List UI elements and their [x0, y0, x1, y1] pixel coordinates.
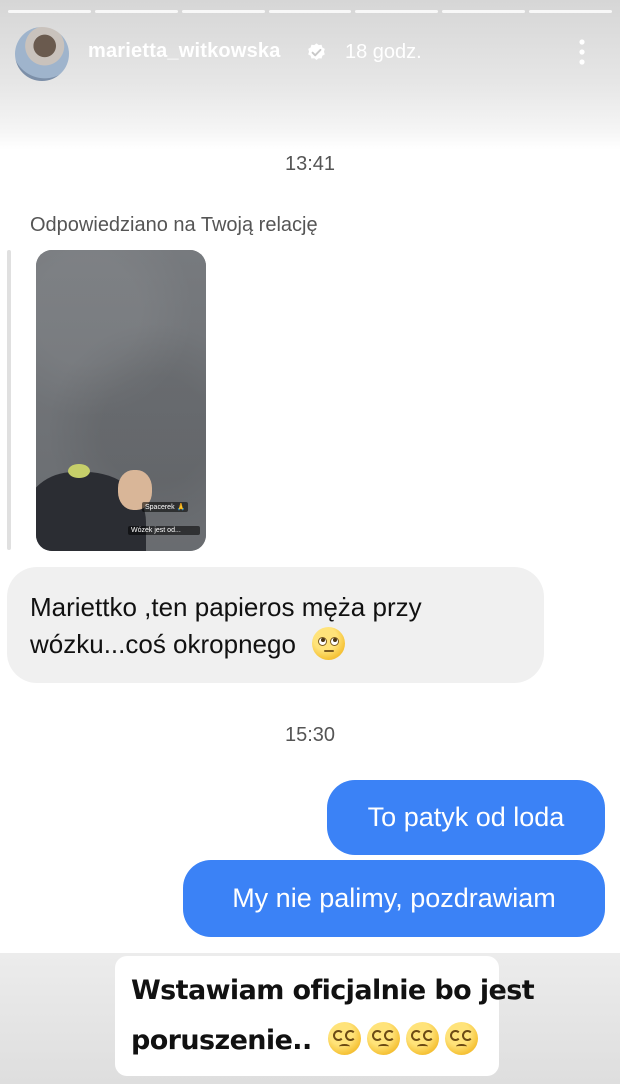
- spiral-eyes-emoji-icon: [444, 1022, 478, 1055]
- story-time-ago: 18 godz.: [345, 41, 422, 63]
- rolling-eyes-emoji-icon: [311, 626, 345, 660]
- reply-quote-bar: [7, 250, 11, 550]
- username[interactable]: marietta_witkowska: [88, 40, 281, 63]
- progress-segment: [8, 10, 91, 13]
- caption-text: poruszenie..: [131, 1025, 312, 1056]
- story-progress-bar: [8, 10, 613, 13]
- outgoing-message-bubble[interactable]: To patyk od loda: [327, 780, 605, 855]
- outgoing-message-bubble[interactable]: My nie palimy, pozdrawiam: [183, 860, 605, 937]
- progress-segment: [94, 10, 178, 13]
- caption-line: Wstawiam oficjalnie bo jest: [131, 975, 535, 1006]
- progress-segment: [268, 10, 352, 13]
- caption-line: poruszenie..: [131, 1016, 499, 1066]
- progress-segment: [355, 10, 439, 13]
- story-reply-label: Odpowiedziano na Twoją relację: [30, 214, 318, 236]
- progress-segment: [529, 10, 613, 13]
- verified-badge-icon: [308, 43, 325, 60]
- spiral-eyes-emoji-icon: [327, 1022, 361, 1055]
- thumbnail-photo-detail: [68, 464, 90, 478]
- thumbnail-caption: Wózek jest od...: [128, 526, 200, 535]
- more-vertical-icon[interactable]: [572, 36, 592, 68]
- progress-segment: [181, 10, 265, 13]
- story-caption-sticker: Wstawiam oficjalnie bo jest poruszenie..: [115, 956, 535, 1076]
- spiral-eyes-emoji-icon: [366, 1022, 400, 1055]
- incoming-message-bubble[interactable]: Mariettko ,ten papieros męża przy wózku.…: [7, 567, 544, 683]
- replied-story-thumbnail[interactable]: Spacerek 🙏 Wózek jest od...: [36, 250, 206, 551]
- story-header-overlay: [0, 0, 620, 150]
- message-timestamp: 13:41: [284, 153, 336, 175]
- message-timestamp: 15:30: [284, 724, 336, 746]
- message-text: wózku...coś okropnego: [30, 629, 296, 659]
- avatar[interactable]: [15, 27, 69, 81]
- message-text-line: Mariettko ,ten papieros męża przy: [30, 592, 422, 622]
- thumbnail-sticker: Spacerek 🙏: [142, 502, 189, 512]
- progress-segment: [442, 10, 526, 13]
- message-text-line: wózku...coś okropnego: [30, 626, 544, 663]
- spiral-eyes-emoji-icon: [405, 1022, 439, 1055]
